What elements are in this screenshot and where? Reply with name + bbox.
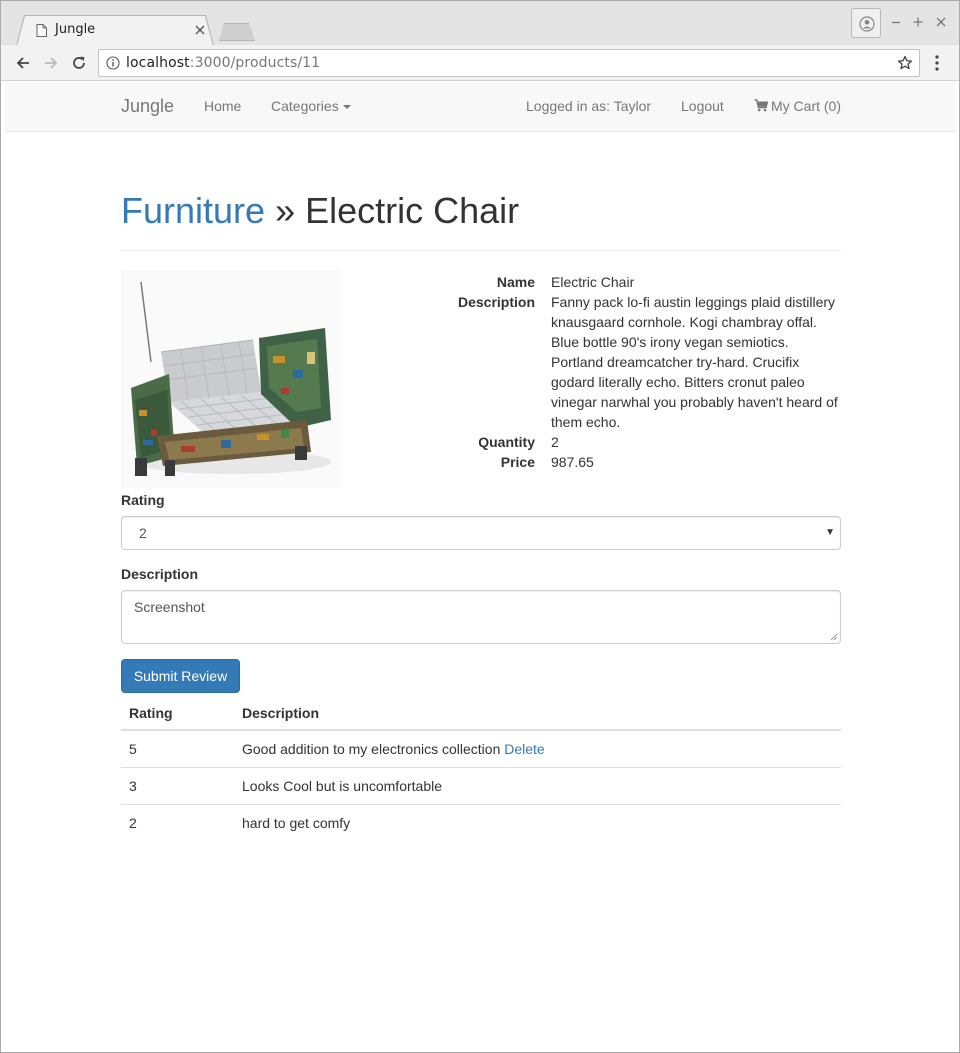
tab-title: Jungle xyxy=(55,22,96,37)
minimize-icon[interactable] xyxy=(889,15,903,29)
resize-handle-icon[interactable] xyxy=(830,633,838,641)
dropdown-arrow-icon: ▼ xyxy=(825,527,835,538)
category-link[interactable]: Furniture xyxy=(121,190,265,231)
back-arrow-icon[interactable] xyxy=(14,54,32,72)
address-bar[interactable]: localhost:3000/products/11 xyxy=(98,49,920,77)
detail-name: Name Electric Chair xyxy=(341,272,841,292)
submit-review-button[interactable]: Submit Review xyxy=(121,659,240,693)
nav-categories-dropdown[interactable]: Categories xyxy=(271,98,351,114)
maximize-icon[interactable] xyxy=(911,15,925,29)
detail-label: Description xyxy=(457,294,535,310)
brand-link[interactable]: Jungle xyxy=(121,96,174,117)
review-rating: 5 xyxy=(121,730,234,768)
detail-label: Name xyxy=(496,274,535,290)
header-description: Description xyxy=(234,696,841,731)
product-title: Electric Chair xyxy=(305,190,520,231)
cart-label: My Cart (0) xyxy=(771,98,841,114)
review-description: Looks Cool but is uncomfortable xyxy=(234,767,841,805)
detail-value: 2 xyxy=(551,434,559,450)
detail-value: 987.65 xyxy=(551,454,594,470)
description-textarea[interactable]: Screenshot xyxy=(121,590,841,644)
rating-select[interactable]: 2 ▼ xyxy=(121,516,841,550)
nav-cart[interactable]: My Cart (0) xyxy=(754,98,841,114)
browser-tab[interactable]: Jungle xyxy=(17,16,213,46)
review-description-cell: Good addition to my electronics collecti… xyxy=(234,730,841,768)
bookmark-star-icon[interactable] xyxy=(897,55,913,71)
detail-quantity: Quantity 2 xyxy=(341,432,841,452)
categories-label: Categories xyxy=(271,98,339,114)
page-icon xyxy=(36,24,47,37)
url-text: localhost:3000/products/11 xyxy=(126,55,320,71)
rating-label: Rating xyxy=(121,492,165,508)
forward-arrow-icon[interactable] xyxy=(42,54,60,72)
table-header-row: Rating Description xyxy=(121,696,841,731)
browser-toolbar: localhost:3000/products/11 xyxy=(1,45,959,81)
description-value: Screenshot xyxy=(134,599,205,615)
review-rating: 3 xyxy=(121,767,234,805)
nav-home[interactable]: Home xyxy=(204,98,241,114)
logged-in-text: Logged in as: Taylor xyxy=(526,98,652,114)
review-description: hard to get comfy xyxy=(242,814,351,831)
nav-logout[interactable]: Logout xyxy=(681,98,724,114)
profile-button[interactable] xyxy=(851,8,881,38)
review-rating: 2 xyxy=(129,814,137,831)
window-close-icon[interactable] xyxy=(934,15,948,29)
table-row: 5 Good addition to my electronics collec… xyxy=(121,730,841,768)
url-path: :3000/products/11 xyxy=(189,55,321,71)
table-row: 2 hard to get comfy xyxy=(121,804,841,841)
detail-description: Description Fanny pack lo-fi austin legg… xyxy=(341,292,841,432)
detail-price: Price 987.65 xyxy=(341,452,841,472)
product-details: Name Electric Chair Description Fanny pa… xyxy=(341,272,841,472)
header-rating: Rating xyxy=(121,696,234,731)
table-row: 3 Looks Cool but is uncomfortable xyxy=(121,767,841,805)
product-image xyxy=(121,270,341,488)
rating-selected-value: 2 xyxy=(139,525,147,541)
browser-menu-icon[interactable] xyxy=(933,54,941,72)
tab-strip: Jungle xyxy=(1,1,959,46)
detail-label: Price xyxy=(500,454,535,470)
page-title: Furniture » Electric Chair xyxy=(121,188,841,234)
shopping-cart-icon xyxy=(754,99,768,112)
detail-value: Electric Chair xyxy=(551,274,635,290)
reviews-table: Rating Description 5 Good addition to my… xyxy=(121,696,841,841)
caret-down-icon xyxy=(342,105,351,110)
profile-icon xyxy=(859,16,875,32)
close-tab-icon[interactable] xyxy=(193,23,207,37)
detail-label: Quantity xyxy=(478,434,535,450)
description-label: Description xyxy=(121,566,199,582)
new-tab-button[interactable] xyxy=(219,23,255,41)
info-icon[interactable] xyxy=(106,56,120,70)
browser-window: Jungle localhost:3000/products/11 Jungle… xyxy=(0,0,960,1053)
page-header: Furniture » Electric Chair xyxy=(121,188,841,251)
review-description: Good addition to my electronics collecti… xyxy=(242,740,501,757)
reload-icon[interactable] xyxy=(70,54,88,72)
url-host: localhost xyxy=(126,55,190,71)
site-navbar: Jungle Home Categories Logged in as: Tay… xyxy=(5,82,956,132)
page-viewport: Jungle Home Categories Logged in as: Tay… xyxy=(5,82,956,1050)
delete-review-link[interactable]: Delete xyxy=(504,741,544,757)
breadcrumb-separator: » xyxy=(265,190,306,231)
detail-value: Fanny pack lo-fi austin leggings plaid d… xyxy=(551,294,838,430)
